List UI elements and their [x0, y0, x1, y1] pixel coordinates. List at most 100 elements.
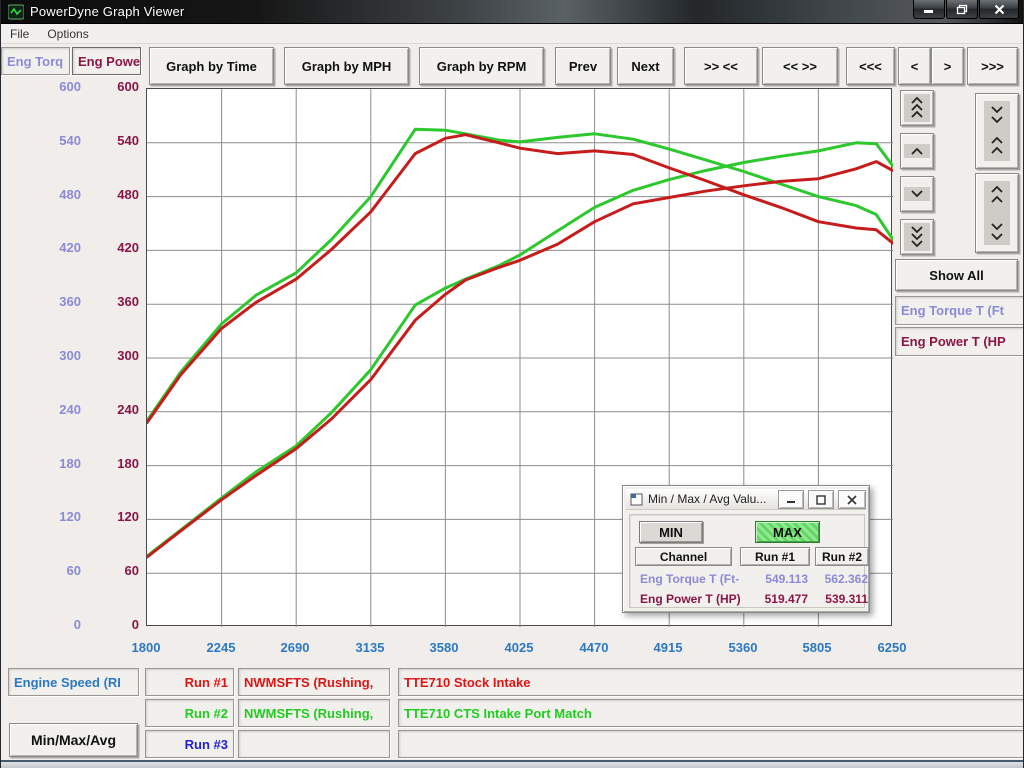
torque-channel-box[interactable]: Eng Torque T (Ft [895, 296, 1024, 325]
minmax-title-bar[interactable]: Min / Max / Avg Valu... [626, 489, 866, 510]
power-run1-max-value: 519.477 [740, 592, 808, 606]
minmax-minimize-icon[interactable] [778, 490, 804, 509]
minmax-close-icon[interactable] [838, 490, 866, 509]
window-title: PowerDyne Graph Viewer [30, 4, 184, 19]
prev-button[interactable]: Prev [555, 47, 611, 85]
power-tick-0: 0 [85, 617, 139, 632]
power-tick-360: 360 [85, 294, 139, 309]
torque-tick-360: 360 [21, 294, 81, 309]
run1-operator-box[interactable]: NWMSFTS (Rushing, [238, 668, 390, 696]
caption-buttons [912, 0, 1019, 19]
rpm-tick-4470: 4470 [562, 640, 626, 655]
menu-options[interactable]: Options [38, 25, 97, 43]
torque-tick-120: 120 [21, 509, 81, 524]
run2-label-box[interactable]: Run #2 [145, 699, 234, 727]
rpm-tick-6250: 6250 [860, 640, 924, 655]
power-row-label: Eng Power T (HP) [640, 592, 740, 606]
rpm-tick-3580: 3580 [412, 640, 476, 655]
app-icon [8, 4, 24, 20]
rpm-tick-2690: 2690 [263, 640, 327, 655]
power-tick-420: 420 [85, 240, 139, 255]
close-icon[interactable] [979, 0, 1019, 19]
y-zoom-in-button[interactable] [975, 93, 1019, 169]
run3-comment-box[interactable] [398, 730, 1024, 758]
triple-up-chevron-icon [904, 94, 930, 122]
rpm-tick-5360: 5360 [711, 640, 775, 655]
torque-run2-max-value: 562.362 [815, 572, 868, 586]
down-chevron-icon [904, 187, 930, 201]
collapse-chevrons-icon [984, 101, 1010, 161]
scroll-far-right-button[interactable]: >>> [967, 47, 1018, 85]
y-zoom-out-button[interactable] [975, 173, 1019, 253]
run3-operator-box[interactable] [238, 730, 390, 758]
torque-tick-480: 480 [21, 187, 81, 202]
scroll-far-left-button[interactable]: <<< [846, 47, 895, 85]
graph-by-time-button[interactable]: Graph by Time [149, 47, 274, 85]
torque-tick-420: 420 [21, 240, 81, 255]
zoom-in-x-button[interactable]: >> << [684, 47, 758, 85]
rpm-tick-2245: 2245 [189, 640, 253, 655]
minmax-window: Min / Max / Avg Valu... MIN MAX Channel … [622, 485, 870, 613]
min-tab-button[interactable]: MIN [639, 521, 703, 543]
torque-run1-max-value: 549.113 [740, 572, 808, 586]
run2-column-header[interactable]: Run #2 [815, 547, 869, 566]
channel-column-header[interactable]: Channel [635, 547, 732, 566]
scroll-left-button[interactable]: < [898, 47, 931, 85]
power-tick-60: 60 [85, 563, 139, 578]
power-tick-240: 240 [85, 402, 139, 417]
power-run2-max-value: 539.311 [815, 592, 868, 606]
power-tick-480: 480 [85, 187, 139, 202]
power-tick-540: 540 [85, 133, 139, 148]
torque-tick-60: 60 [21, 563, 81, 578]
run2-operator-box[interactable]: NWMSFTS (Rushing, [238, 699, 390, 727]
rpm-tick-5805: 5805 [785, 640, 849, 655]
window-bottom-edge [1, 760, 1024, 768]
run1-column-header[interactable]: Run #1 [740, 547, 810, 566]
powerdyne-window: PowerDyne Graph Viewer File Options Eng … [0, 0, 1024, 768]
expand-chevrons-icon [984, 181, 1010, 245]
max-tab-button[interactable]: MAX [755, 521, 820, 543]
power-tick-120: 120 [85, 509, 139, 524]
torque-tick-240: 240 [21, 402, 81, 417]
graph-by-rpm-button[interactable]: Graph by RPM [419, 47, 544, 85]
minmax-window-title: Min / Max / Avg Valu... [648, 492, 766, 506]
torque-tick-540: 540 [21, 133, 81, 148]
power-channel-box[interactable]: Eng Power T (HP [895, 327, 1024, 356]
show-all-button[interactable]: Show All [895, 259, 1018, 291]
minmax-maximize-icon[interactable] [808, 490, 834, 509]
rpm-tick-1800: 1800 [114, 640, 178, 655]
rpm-tick-4915: 4915 [636, 640, 700, 655]
zoom-out-x-button[interactable]: << >> [762, 47, 838, 85]
y-scroll-up-fast-button[interactable] [900, 90, 934, 126]
run1-label-box[interactable]: Run #1 [145, 668, 234, 696]
x-channel-box[interactable]: Engine Speed (RI [8, 668, 139, 696]
torque-tick-180: 180 [21, 456, 81, 471]
torque-tick-300: 300 [21, 348, 81, 363]
torque-tick-600: 600 [21, 79, 81, 94]
restore-icon[interactable] [946, 0, 978, 19]
rpm-tick-3135: 3135 [338, 640, 402, 655]
torque-tick-0: 0 [21, 617, 81, 632]
minmaxavg-button[interactable]: Min/Max/Avg [9, 723, 138, 757]
run2-comment-box[interactable]: TTE710 CTS Intake Port Match [398, 699, 1024, 727]
power-axis-channel-button[interactable]: Eng Powe [72, 47, 141, 75]
triple-down-chevron-icon [904, 223, 930, 251]
minimize-icon[interactable] [913, 0, 945, 19]
torque-row-label: Eng Torque T (Ft- [640, 572, 740, 586]
next-button[interactable]: Next [617, 47, 674, 85]
scroll-right-button[interactable]: > [931, 47, 964, 85]
power-tick-180: 180 [85, 456, 139, 471]
up-chevron-icon [904, 144, 930, 158]
power-tick-600: 600 [85, 79, 139, 94]
y-scroll-down-fast-button[interactable] [900, 219, 934, 255]
menu-file[interactable]: File [1, 25, 38, 43]
torque-axis-channel-button[interactable]: Eng Torq [1, 47, 70, 75]
y-scroll-down-button[interactable] [900, 176, 934, 212]
run1-comment-box[interactable]: TTE710 Stock Intake [398, 668, 1024, 696]
title-bar: PowerDyne Graph Viewer [1, 0, 1024, 24]
y-scroll-up-button[interactable] [900, 133, 934, 169]
menu-bar: File Options [1, 24, 1024, 44]
graph-by-mph-button[interactable]: Graph by MPH [284, 47, 409, 85]
run3-label-box[interactable]: Run #3 [145, 730, 234, 758]
rpm-tick-4025: 4025 [487, 640, 551, 655]
